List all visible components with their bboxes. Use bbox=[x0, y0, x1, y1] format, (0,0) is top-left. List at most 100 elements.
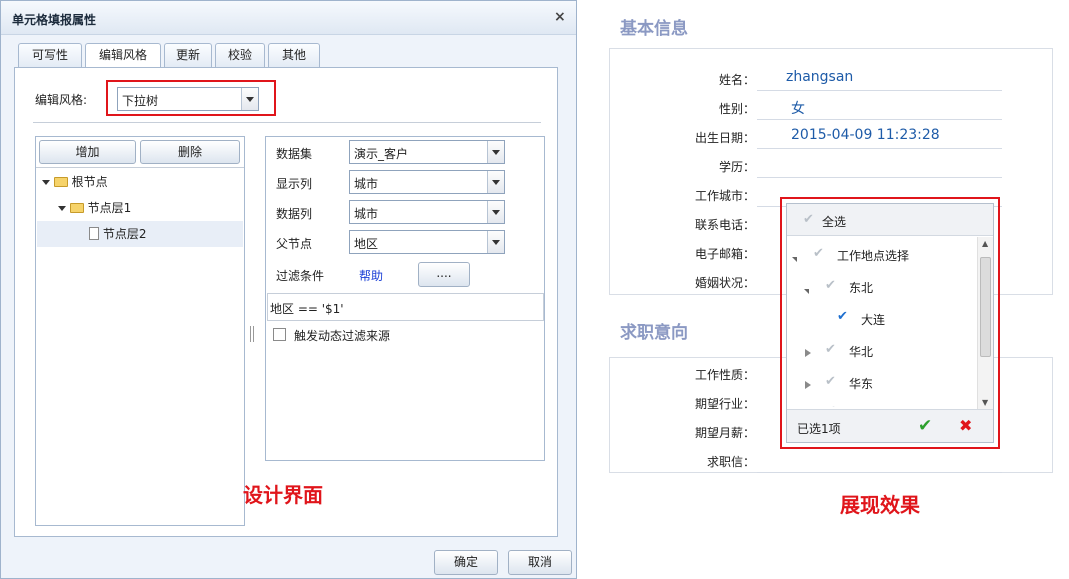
edit-style-label: 编辑风格: bbox=[35, 93, 88, 107]
tree-item-east[interactable]: 华东 bbox=[849, 375, 873, 392]
filter-label: 过滤条件 bbox=[276, 269, 325, 283]
cancel-x-icon[interactable]: ✖ bbox=[959, 416, 972, 435]
education-label: 学历： bbox=[718, 160, 755, 174]
check-icon[interactable]: ✔ bbox=[825, 374, 836, 389]
file-icon bbox=[89, 227, 99, 240]
tree-item-south[interactable]: 华南 bbox=[849, 405, 873, 407]
result-caption: 展现效果 bbox=[840, 493, 920, 517]
close-icon[interactable]: × bbox=[554, 9, 566, 25]
scrollbar[interactable]: ▲ ▼ bbox=[977, 237, 993, 409]
parent-node-value: 地区 bbox=[354, 237, 379, 251]
design-caption: 设计界面 bbox=[243, 483, 323, 507]
dataset-select[interactable]: 演示_客户 bbox=[349, 140, 505, 164]
filter-editor-button[interactable]: .... bbox=[418, 262, 470, 287]
tree-node-level1[interactable]: 节点层1 bbox=[58, 195, 131, 221]
tree-dropdown-popup: ✔ 全选 ✔ 工作地点选择 ✔ 东北 ✔ 大连 ✔ 华北 ✔ 华东 ✔ 华南 ▲… bbox=[786, 203, 994, 443]
tab-label: 可写性 bbox=[31, 48, 68, 62]
birth-label: 出生日期： bbox=[694, 131, 755, 145]
expand-icon[interactable] bbox=[42, 180, 50, 185]
dialog-titlebar: 单元格填报属性 × bbox=[1, 1, 576, 35]
data-col-value: 城市 bbox=[354, 207, 379, 221]
edit-style-value: 下拉树 bbox=[122, 94, 159, 108]
chevron-down-icon[interactable] bbox=[487, 171, 504, 193]
job-intent-title: 求职意向 bbox=[620, 323, 688, 343]
check-icon[interactable]: ✔ bbox=[825, 342, 836, 357]
trigger-filter-label: 触发动态过滤来源 bbox=[294, 329, 391, 343]
birth-value[interactable]: 2015-04-09 11:23:28 bbox=[791, 127, 940, 143]
expand-icon[interactable] bbox=[805, 346, 811, 360]
data-col-label: 数据列 bbox=[276, 207, 313, 221]
select-all-row[interactable]: ✔ 全选 bbox=[787, 204, 993, 236]
folder-icon bbox=[53, 177, 68, 187]
tab-validation[interactable]: 校验 bbox=[215, 43, 265, 67]
check-icon[interactable]: ✔ bbox=[813, 246, 824, 261]
dataset-value: 演示_客户 bbox=[354, 147, 409, 161]
scroll-down-icon[interactable]: ▼ bbox=[982, 398, 988, 407]
scrollbar-thumb[interactable] bbox=[980, 257, 991, 357]
display-col-select[interactable]: 城市 bbox=[349, 170, 505, 194]
confirm-check-icon[interactable]: ✔ bbox=[918, 416, 932, 436]
job-type-label: 工作性质： bbox=[694, 368, 755, 382]
tab-other[interactable]: 其他 bbox=[268, 43, 320, 67]
chevron-down-icon[interactable] bbox=[241, 88, 258, 110]
popup-footer: 已选1项 ✔ ✖ bbox=[787, 409, 993, 442]
scroll-up-icon[interactable]: ▲ bbox=[982, 239, 988, 248]
expand-icon[interactable] bbox=[58, 206, 66, 211]
add-button[interactable]: 增加 bbox=[39, 140, 136, 164]
tree-node-label: 根节点 bbox=[71, 175, 108, 189]
tree-list: ✔ 工作地点选择 ✔ 东北 ✔ 大连 ✔ 华北 ✔ 华东 ✔ 华南 bbox=[787, 237, 977, 407]
field-underline bbox=[757, 148, 1002, 149]
tab-edit-style[interactable]: 编辑风格 bbox=[85, 43, 161, 68]
help-link[interactable]: 帮助 bbox=[359, 267, 383, 284]
filter-expression-text: 地区 == '$1' bbox=[270, 302, 344, 316]
name-value[interactable]: zhangsan bbox=[786, 69, 853, 85]
field-underline bbox=[757, 177, 1002, 178]
collapse-icon[interactable] bbox=[792, 251, 797, 265]
selected-count: 已选1项 bbox=[797, 422, 841, 436]
dialog-title: 单元格填报属性 bbox=[12, 13, 97, 27]
salary-label: 期望月薪： bbox=[694, 426, 755, 440]
tree-item-north[interactable]: 华北 bbox=[849, 343, 873, 360]
select-all-label: 全选 bbox=[822, 215, 847, 229]
parent-node-label: 父节点 bbox=[276, 237, 313, 251]
tree-node-root[interactable]: 根节点 bbox=[42, 169, 108, 195]
chevron-down-icon[interactable] bbox=[487, 201, 504, 223]
trigger-filter-checkbox[interactable] bbox=[273, 328, 286, 341]
name-label: 姓名： bbox=[718, 73, 755, 87]
gender-label: 性别： bbox=[718, 102, 755, 116]
tree-item-dalian[interactable]: 大连 bbox=[861, 311, 885, 328]
cancel-button[interactable]: 取消 bbox=[508, 550, 572, 575]
collapse-icon[interactable] bbox=[804, 283, 809, 297]
tab-update[interactable]: 更新 bbox=[164, 43, 212, 67]
expand-icon[interactable] bbox=[805, 378, 811, 392]
filter-expression-field[interactable]: 地区 == '$1' bbox=[267, 293, 544, 321]
display-col-label: 显示列 bbox=[276, 177, 313, 191]
industry-label: 期望行业： bbox=[694, 397, 755, 411]
tree-item-location[interactable]: 工作地点选择 bbox=[837, 247, 909, 264]
data-col-select[interactable]: 城市 bbox=[349, 200, 505, 224]
delete-button[interactable]: 删除 bbox=[140, 140, 240, 164]
folder-icon bbox=[69, 203, 84, 213]
splitter-handle[interactable] bbox=[250, 326, 254, 342]
properties-panel: 数据集 演示_客户 显示列 城市 数据列 城市 父节点 地区 过滤条件 帮助 .… bbox=[265, 136, 545, 461]
tree-node-label: 节点层1 bbox=[87, 201, 132, 215]
check-icon[interactable]: ✔ bbox=[803, 212, 814, 227]
tree-panel: 增加 删除 根节点 节点层1 节点层2 bbox=[35, 136, 245, 526]
check-icon-selected[interactable]: ✔ bbox=[837, 309, 848, 324]
divider bbox=[36, 167, 244, 168]
check-icon[interactable]: ✔ bbox=[825, 404, 836, 407]
parent-node-select[interactable]: 地区 bbox=[349, 230, 505, 254]
tab-panel-edit-style: 编辑风格: 下拉树 增加 删除 根节点 节点层1 节点层2 数据集 演示_客户 … bbox=[14, 67, 558, 537]
chevron-down-icon[interactable] bbox=[487, 141, 504, 163]
field-underline bbox=[757, 90, 1002, 91]
tree-item-northeast[interactable]: 东北 bbox=[849, 279, 873, 296]
tree-node-label: 节点层2 bbox=[102, 227, 147, 241]
ok-button[interactable]: 确定 bbox=[434, 550, 498, 575]
gender-value[interactable]: 女 bbox=[791, 98, 805, 118]
check-icon[interactable]: ✔ bbox=[825, 278, 836, 293]
edit-style-select[interactable]: 下拉树 bbox=[117, 87, 259, 111]
tree-node-level2[interactable]: 节点层2 bbox=[37, 221, 243, 247]
basic-info-title: 基本信息 bbox=[620, 19, 688, 39]
tab-writable[interactable]: 可写性 bbox=[18, 43, 82, 67]
chevron-down-icon[interactable] bbox=[487, 231, 504, 253]
